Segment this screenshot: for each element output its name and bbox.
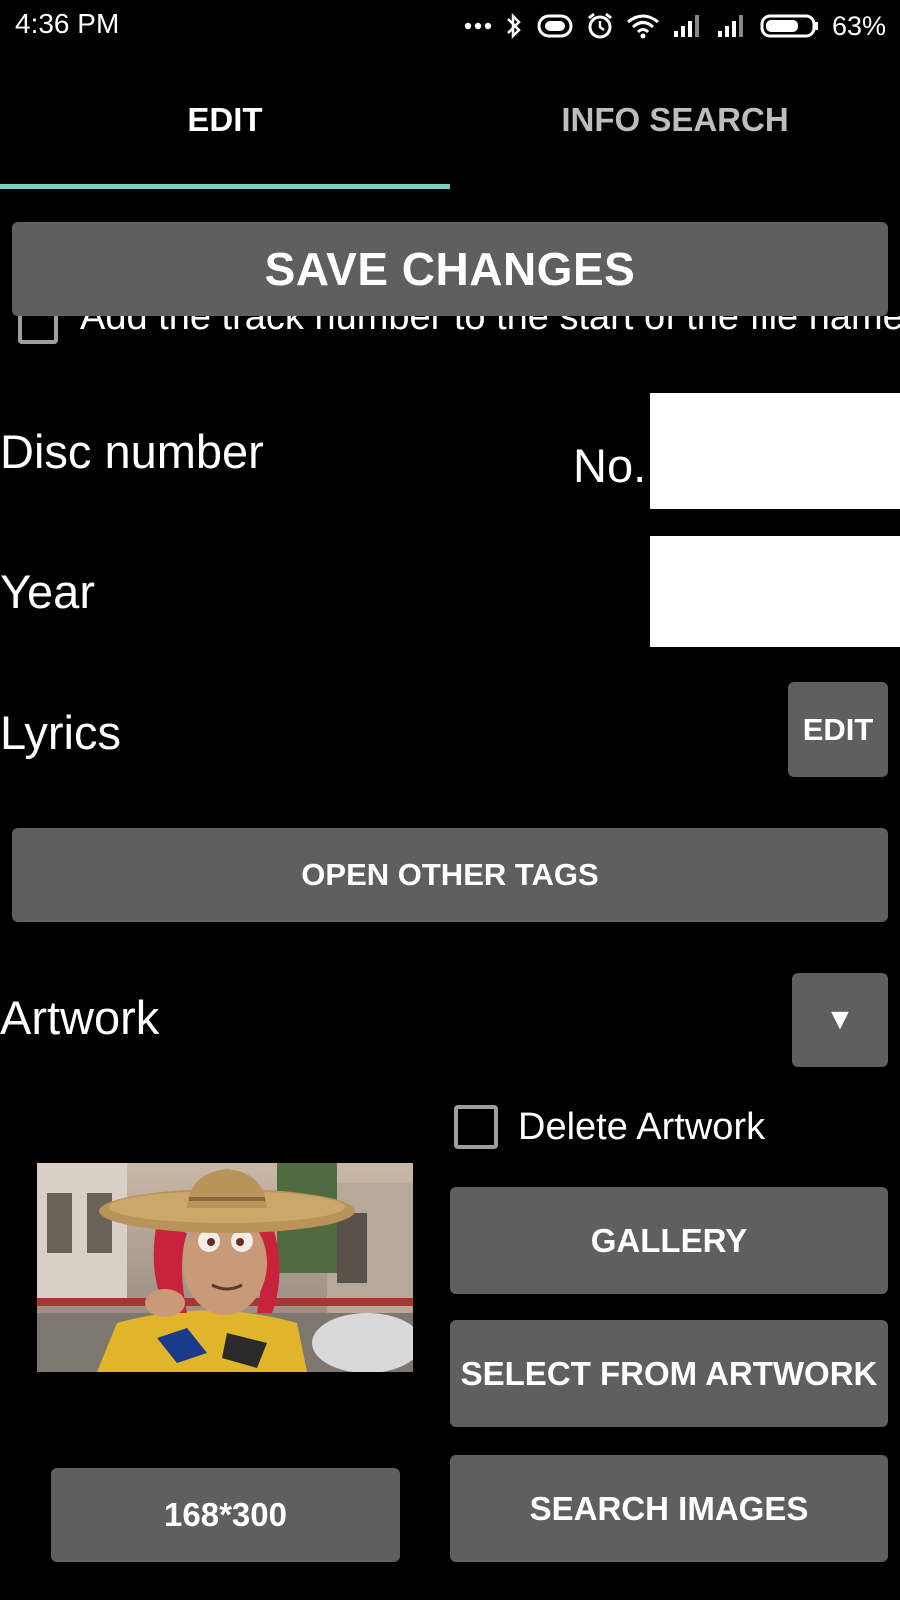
more-dots-icon (464, 21, 492, 31)
status-time: 4:36 PM (15, 8, 120, 39)
battery-icon (760, 13, 820, 39)
battery-percent: 63% (831, 10, 886, 41)
tab-indicator (0, 184, 450, 189)
track-number-option[interactable]: Add the track number to the start of the… (16, 316, 900, 354)
disc-number-label: Disc number (0, 425, 264, 478)
status-bar: 4:36 PM 63% (0, 0, 900, 52)
alarm-icon (586, 12, 614, 40)
signal-icon (716, 13, 748, 39)
gallery-button[interactable]: GALLERY (450, 1187, 888, 1294)
delete-artwork-checkbox[interactable] (454, 1105, 498, 1149)
wifi-icon (626, 13, 660, 39)
artwork-label: Artwork (0, 991, 160, 1044)
track-number-label: Add the track number to the start of the… (80, 316, 900, 338)
disc-number-input[interactable] (650, 393, 900, 509)
vibrate-icon (536, 13, 574, 39)
delete-artwork-label: Delete Artwork (518, 1105, 766, 1148)
year-label: Year (0, 565, 95, 618)
chevron-down-icon: ▼ (825, 1003, 855, 1036)
year-input[interactable] (650, 536, 900, 647)
lyrics-edit-button[interactable]: EDIT (788, 682, 888, 777)
search-images-button[interactable]: SEARCH IMAGES (450, 1455, 888, 1562)
status-icons: 63% (464, 8, 886, 44)
save-changes-button[interactable]: SAVE CHANGES (12, 222, 888, 316)
signal-icon (672, 13, 704, 39)
artwork-dropdown-button[interactable]: ▼ (792, 973, 888, 1067)
artwork-size-button[interactable]: 168*300 (51, 1468, 400, 1562)
select-from-artwork-button[interactable]: SELECT FROM ARTWORK (450, 1320, 888, 1427)
open-other-tags-button[interactable]: OPEN OTHER TAGS (12, 828, 888, 922)
tab-info-search[interactable]: INFO SEARCH (450, 58, 900, 182)
tab-bar: EDIT INFO SEARCH (0, 58, 900, 188)
artwork-image (37, 1163, 413, 1372)
bluetooth-icon (504, 12, 524, 40)
track-number-checkbox[interactable] (18, 316, 58, 344)
lyrics-label: Lyrics (0, 706, 121, 759)
tab-edit[interactable]: EDIT (0, 58, 450, 182)
delete-artwork-option[interactable]: Delete Artwork (454, 1104, 765, 1150)
disc-number-prefix: No. (573, 439, 647, 492)
